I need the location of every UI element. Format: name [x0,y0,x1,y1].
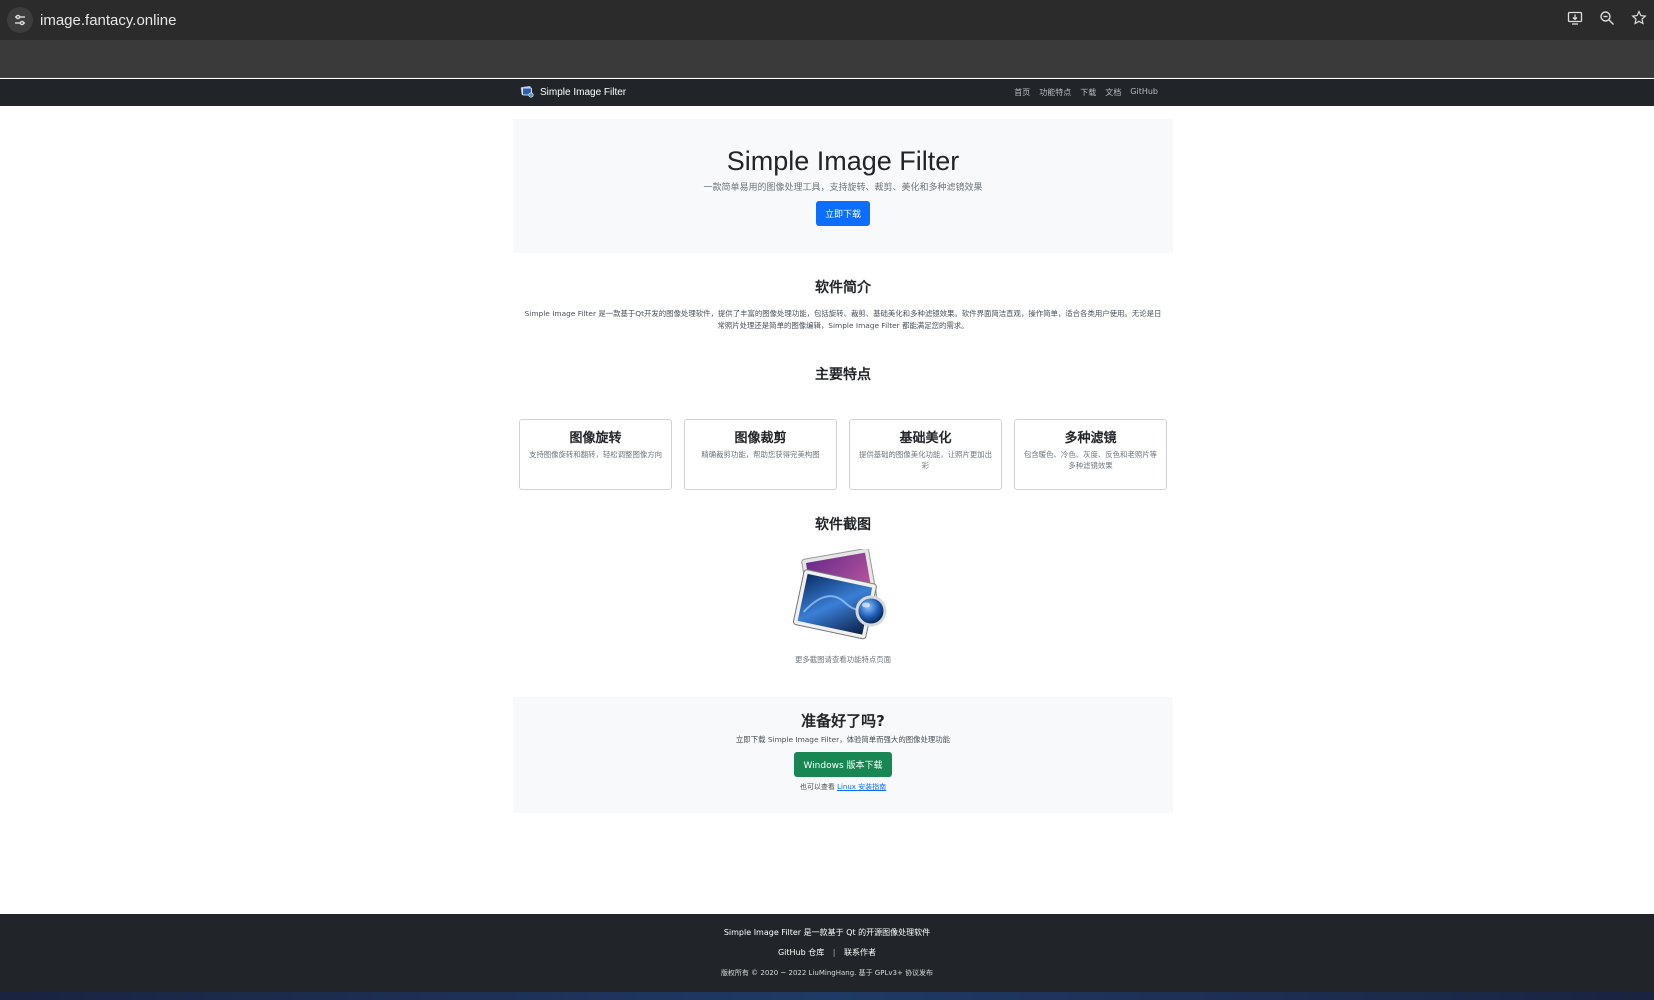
feature-card-beautify: 基础美化 提供基础的图像美化功能，让照片更加出彩 [849,419,1002,490]
cta-note-prefix: 也可以查看 [799,783,835,791]
brand-name: Simple Image Filter [540,87,627,98]
browser-address-bar: image.fantacy.online [0,0,1654,40]
screenshot-title: 软件截图 [815,517,871,533]
feature-card-desc: 提供基础的图像美化功能，让照片更加出彩 [858,450,993,470]
site-info-icon[interactable] [7,7,33,33]
cta-subtitle: 立即下载 Simple Image Filter，体验简单而强大的图像处理功能 [735,735,951,744]
footer-separator: | [832,948,836,957]
feature-card-title: 图像旋转 [569,431,622,446]
feature-card-desc: 包含暖色、冷色、灰度、反色和老照片等多种滤镜效果 [1023,450,1158,470]
cta-section: 准备好了吗? 立即下载 Simple Image Filter，体验简单而强大的… [513,697,1173,813]
app-screenshot-image[interactable] [792,547,893,643]
site-footer: Simple Image Filter 是一款基于 Qt 的开源图像处理软件 G… [0,914,1654,992]
nav-link-docs[interactable]: 文档 [1105,87,1121,98]
hero-section: Simple Image Filter 一款简单易用的图像处理工具，支持旋转、裁… [513,119,1173,253]
cta-title: 准备好了吗? [801,712,885,730]
download-now-button[interactable]: 立即下载 [815,201,870,226]
footer-github-link[interactable]: GitHub 仓库 [778,948,824,957]
linux-guide-link[interactable]: Linux 安装指南 [837,783,886,791]
install-app-icon[interactable] [1566,9,1584,27]
feature-card-title: 基础美化 [899,431,952,446]
app-logo-icon [520,85,534,101]
feature-card-crop: 图像裁剪 精确裁剪功能，帮助您获得完美构图 [684,419,837,490]
features-title: 主要特点 [815,367,871,383]
intro-text: Simple Image Filter 是一款基于Qt开发的图像处理软件，提供了… [524,309,1162,330]
feature-card-desc: 精确裁剪功能，帮助您获得完美构图 [701,450,820,459]
screenshot-caption: 更多截图请查看功能特点页面 [794,655,892,664]
feature-card-title: 图像裁剪 [734,431,787,446]
footer-description: Simple Image Filter 是一款基于 Qt 的开源图像处理软件 [723,928,931,937]
footer-contact-link[interactable]: 联系作者 [844,948,876,957]
hero-title: Simple Image Filter [726,146,960,176]
features-list: 图像旋转 支持图像旋转和翻转，轻松调整图像方向 图像裁剪 精确裁剪功能，帮助您获… [519,419,1167,490]
hero-subtitle: 一款简单易用的图像处理工具，支持旋转、裁剪、美化和多种滤镜效果 [703,183,983,193]
browser-toolbar-strip [0,40,1654,78]
os-taskbar [0,992,1654,1000]
nav-link-download[interactable]: 下载 [1080,87,1096,98]
zoom-icon[interactable] [1598,9,1616,27]
feature-card-title: 多种滤镜 [1064,431,1117,446]
cta-note: 也可以查看 Linux 安装指南 [513,782,1173,792]
bookmark-star-icon[interactable] [1630,9,1648,27]
nav-link-features[interactable]: 功能特点 [1039,87,1071,98]
feature-card-desc: 支持图像旋转和翻转，轻松调整图像方向 [528,450,663,459]
footer-copyright: 版权所有 © 2020 ~ 2022 LiuMingHang. 基于 GPLv3… [720,969,934,977]
navbar-brand[interactable]: Simple Image Filter [520,85,626,101]
feature-card-filters: 多种滤镜 包含暖色、冷色、灰度、反色和老照片等多种滤镜效果 [1014,419,1167,490]
site-navbar: Simple Image Filter 首页 功能特点 下载 文档 GitHub [0,79,1654,106]
nav-link-home[interactable]: 首页 [1014,87,1030,98]
url-text[interactable]: image.fantacy.online [40,12,176,29]
intro-title: 软件简介 [815,280,871,296]
nav-link-github[interactable]: GitHub [1130,87,1158,98]
windows-download-button[interactable]: Windows 版本下载 [794,752,892,777]
footer-links: GitHub 仓库 | 联系作者 [0,947,1654,958]
feature-card-rotate: 图像旋转 支持图像旋转和翻转，轻松调整图像方向 [519,419,672,490]
